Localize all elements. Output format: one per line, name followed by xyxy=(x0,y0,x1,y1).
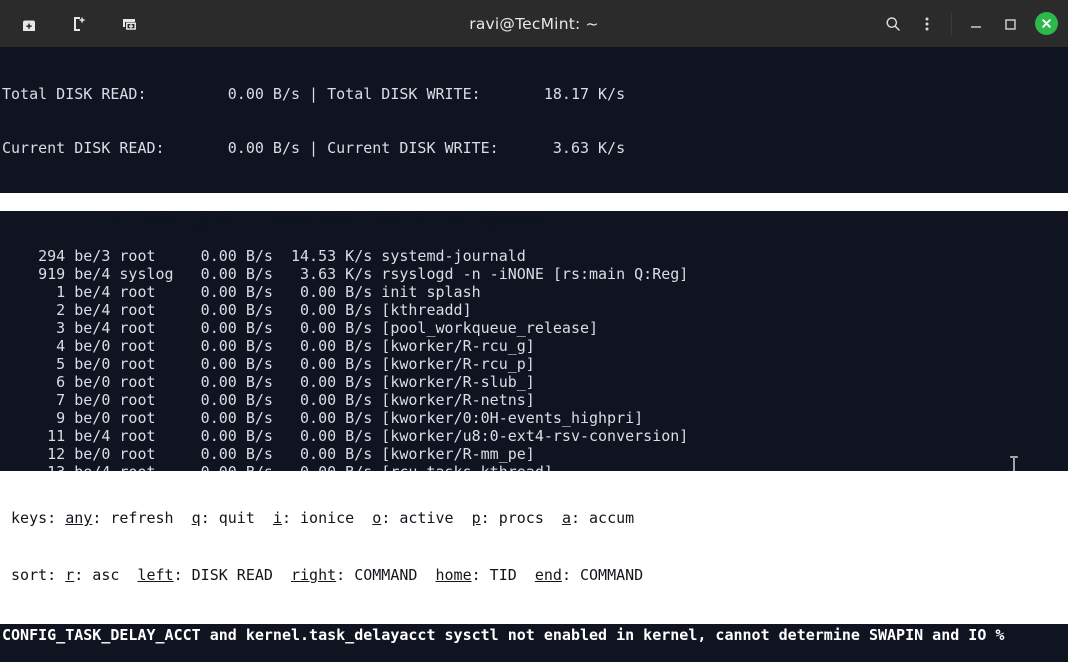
sort-line: sort: r: asc left: DISK READ right: COMM… xyxy=(2,566,1068,585)
hotkey-action: : DISK READ xyxy=(174,566,291,584)
hotkey-key: p xyxy=(472,509,481,527)
sort-label: sort: xyxy=(2,566,65,584)
process-table-header[interactable]: TID PRIO USER DISK READ DISK WRITE> COMM… xyxy=(0,193,1068,211)
process-row[interactable]: 7 be/0 root 0.00 B/s 0.00 B/s [kworker/R… xyxy=(0,391,1068,409)
hotkey-key: q xyxy=(192,509,201,527)
hotkey-any[interactable]: any: refresh xyxy=(65,509,191,527)
hotkey-action: : ionice xyxy=(282,509,372,527)
titlebar-divider xyxy=(951,13,952,35)
process-row[interactable]: 1 be/4 root 0.00 B/s 0.00 B/s init splas… xyxy=(0,283,1068,301)
process-row[interactable]: 13 be/4 root 0.00 B/s 0.00 B/s [rcu_task… xyxy=(0,463,1068,471)
hotkey-action: : refresh xyxy=(92,509,191,527)
total-disk-summary-line: Total DISK READ: 0.00 B/s | Total DISK W… xyxy=(0,85,1068,103)
title-bar-right-actions xyxy=(879,10,1068,38)
process-table-body: 294 be/3 root 0.00 B/s 14.53 K/s systemd… xyxy=(0,247,1068,471)
split-view-icon[interactable] xyxy=(114,9,144,39)
process-row[interactable]: 6 be/0 root 0.00 B/s 0.00 B/s [kworker/R… xyxy=(0,373,1068,391)
process-row[interactable]: 4 be/0 root 0.00 B/s 0.00 B/s [kworker/R… xyxy=(0,337,1068,355)
process-row[interactable]: 5 be/0 root 0.00 B/s 0.00 B/s [kworker/R… xyxy=(0,355,1068,373)
hotkey-action: : accum xyxy=(571,509,652,527)
search-icon[interactable] xyxy=(879,10,907,38)
hotkey-key: o xyxy=(372,509,381,527)
hotkey-key: r xyxy=(65,566,74,584)
title-bar: ravi@TecMint: ~ xyxy=(0,0,1068,47)
process-row[interactable]: 9 be/0 root 0.00 B/s 0.00 B/s [kworker/0… xyxy=(0,409,1068,427)
new-tab-icon[interactable] xyxy=(14,9,44,39)
current-disk-summary-line: Current DISK READ: 0.00 B/s | Current DI… xyxy=(0,139,1068,157)
hotkey-action: : procs xyxy=(481,509,562,527)
hotkey-key: end xyxy=(535,566,562,584)
process-row[interactable]: 3 be/4 root 0.00 B/s 0.00 B/s [pool_work… xyxy=(0,319,1068,337)
hotkey-action: : COMMAND xyxy=(336,566,435,584)
terminal-content[interactable]: Total DISK READ: 0.00 B/s | Total DISK W… xyxy=(0,47,1068,471)
maximize-icon[interactable] xyxy=(996,10,1024,38)
keys-line: keys: any: refresh q: quit i: ionice o: … xyxy=(2,509,1068,528)
close-icon[interactable] xyxy=(1035,12,1058,35)
header-pre-columns: TID PRIO USER DISK READ xyxy=(56,211,363,229)
hotkey-key: home xyxy=(436,566,472,584)
hotkey-end[interactable]: end: COMMAND xyxy=(535,566,661,584)
hotkey-right[interactable]: right: COMMAND xyxy=(291,566,436,584)
process-row[interactable]: 12 be/0 root 0.00 B/s 0.00 B/s [kworker/… xyxy=(0,445,1068,463)
hotkey-left[interactable]: left: DISK READ xyxy=(137,566,291,584)
status-keys-bar: keys: any: refresh q: quit i: ionice o: … xyxy=(0,471,1068,624)
hotkey-o[interactable]: o: active xyxy=(372,509,471,527)
hotkey-action: : COMMAND xyxy=(562,566,661,584)
kernel-warning-message: CONFIG_TASK_DELAY_ACCT and kernel.task_d… xyxy=(0,624,1068,662)
process-row[interactable]: 919 be/4 syslog 0.00 B/s 3.63 K/s rsyslo… xyxy=(0,265,1068,283)
hotkey-home[interactable]: home: TID xyxy=(436,566,535,584)
hotkey-key: i xyxy=(273,509,282,527)
terminal-window: ravi@TecMint: ~ xyxy=(0,0,1068,662)
process-row[interactable]: 11 be/4 root 0.00 B/s 0.00 B/s [kworker/… xyxy=(0,427,1068,445)
hotkey-action: : quit xyxy=(201,509,273,527)
hotkey-p[interactable]: p: procs xyxy=(472,509,562,527)
hotkey-action: : TID xyxy=(472,566,535,584)
title-bar-left-actions xyxy=(0,9,144,39)
hotkey-key: left xyxy=(137,566,173,584)
minimize-icon[interactable] xyxy=(962,10,990,38)
hotkey-key: a xyxy=(562,509,571,527)
hotkey-action: : active xyxy=(381,509,471,527)
menu-icon[interactable] xyxy=(913,10,941,38)
hotkey-key: right xyxy=(291,566,336,584)
keys-label: keys: xyxy=(2,509,65,527)
process-row[interactable]: 2 be/4 root 0.00 B/s 0.00 B/s [kthreadd] xyxy=(0,301,1068,319)
process-row[interactable]: 294 be/3 root 0.00 B/s 14.53 K/s systemd… xyxy=(0,247,1068,265)
hotkey-i[interactable]: i: ionice xyxy=(273,509,372,527)
header-post-columns: COMMAND xyxy=(463,211,544,229)
hotkey-a[interactable]: a: accum xyxy=(562,509,652,527)
header-sorted-column[interactable]: DISK WRITE> xyxy=(363,211,462,229)
hotkey-key: any xyxy=(65,509,92,527)
hotkey-q[interactable]: q: quit xyxy=(192,509,273,527)
new-window-icon[interactable] xyxy=(64,9,94,39)
hotkey-r[interactable]: r: asc xyxy=(65,566,137,584)
hotkey-action: : asc xyxy=(74,566,137,584)
